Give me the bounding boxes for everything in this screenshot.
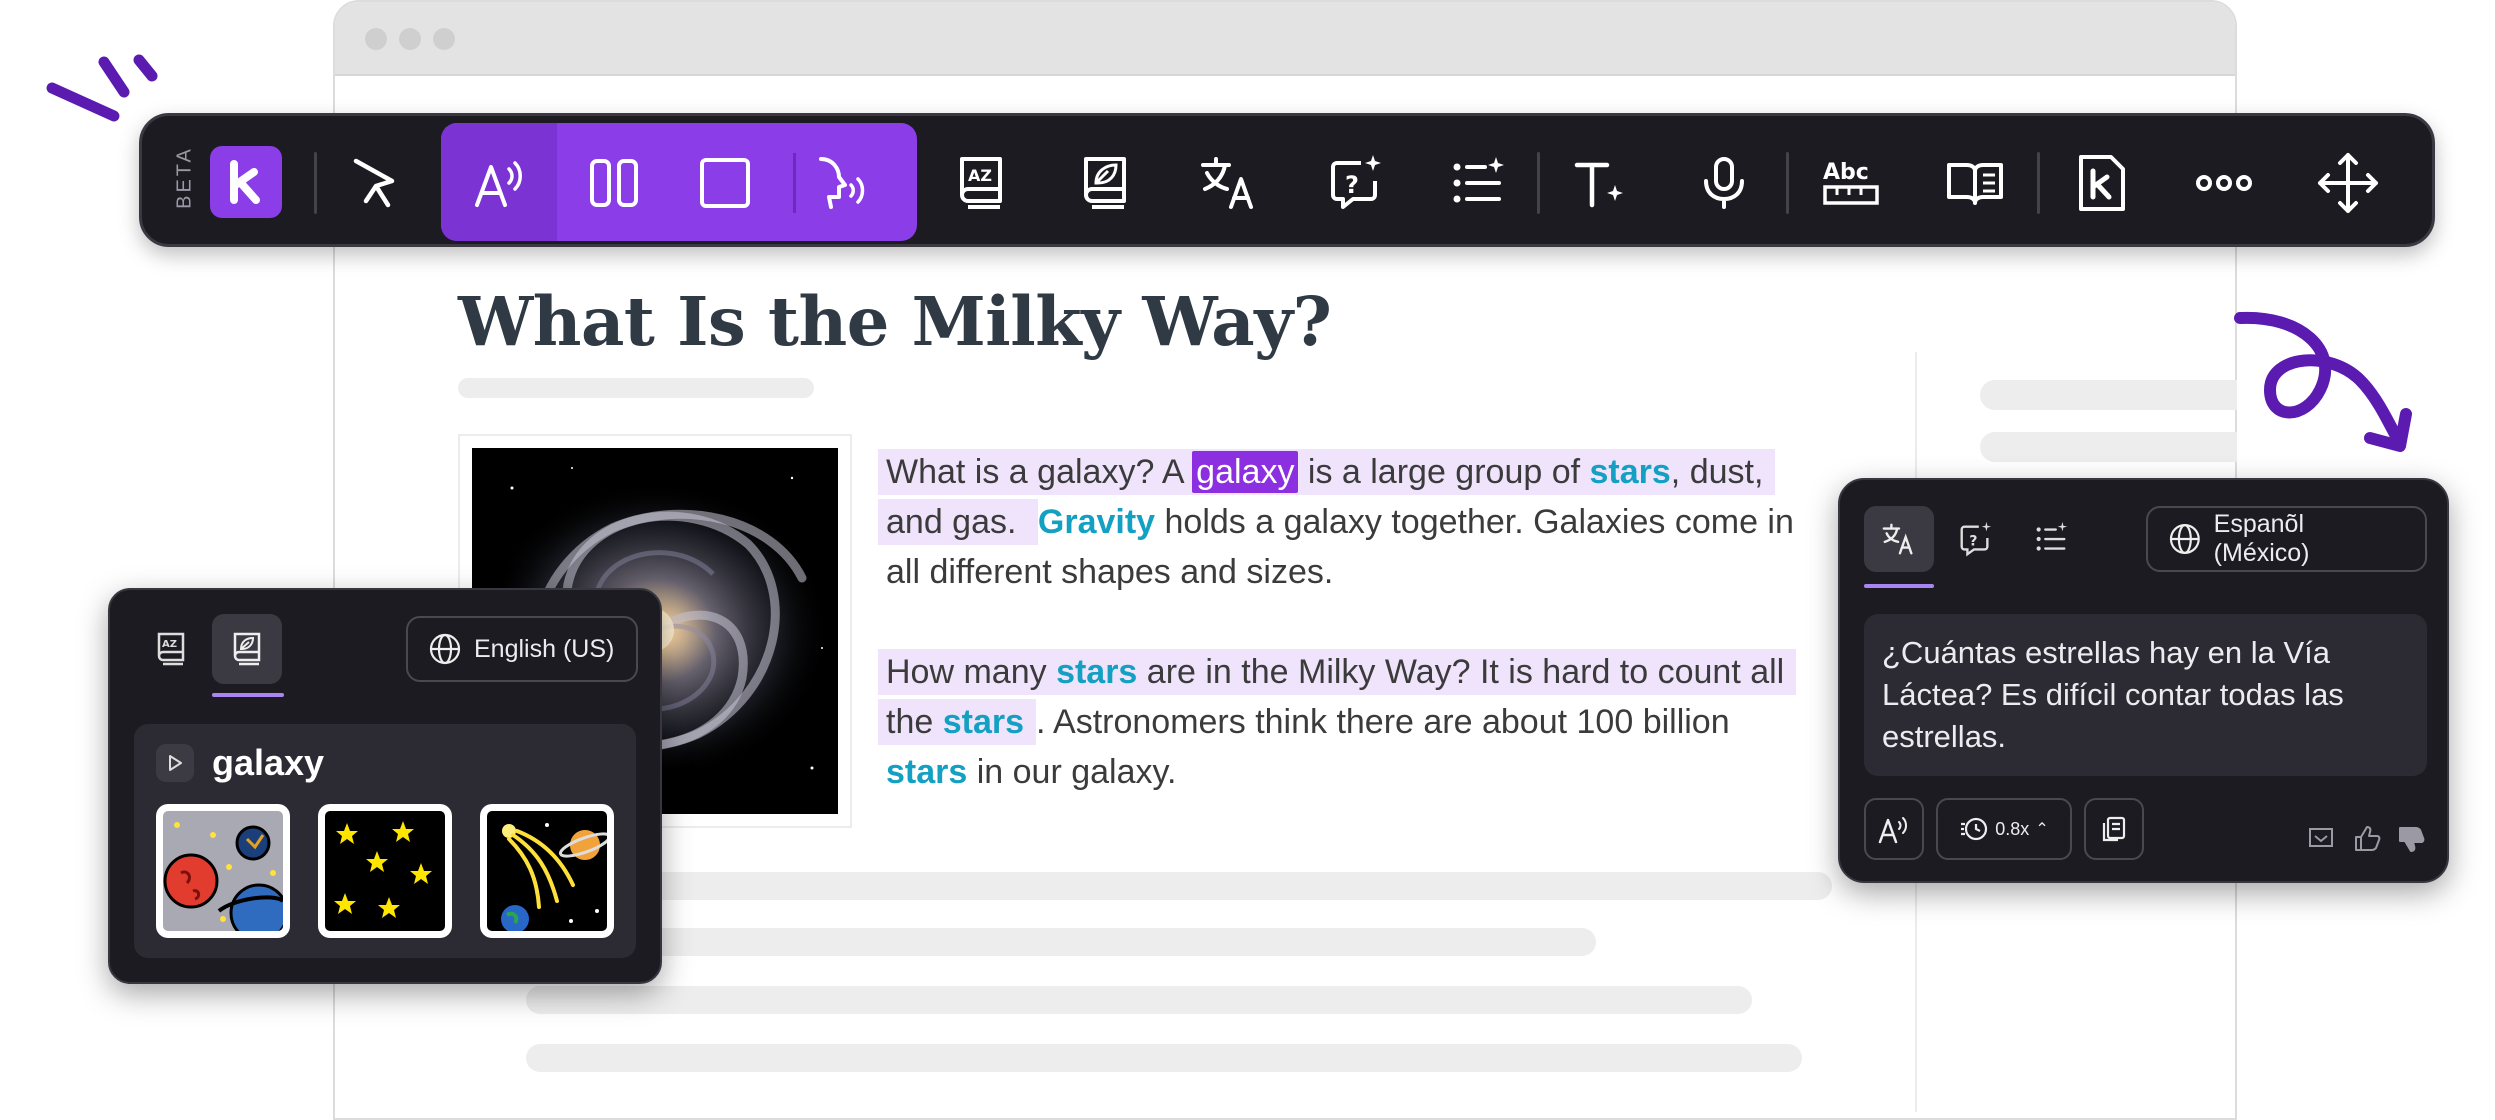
keyword-link[interactable]: stars <box>1590 453 1671 491</box>
language-selector[interactable]: Espanõl (México) <box>2146 506 2427 572</box>
column-layout-icon[interactable] <box>572 141 656 225</box>
svg-text:AZ: AZ <box>162 639 177 650</box>
kami-logo-icon[interactable] <box>210 146 282 218</box>
question-icon[interactable]: ? <box>1313 141 1397 225</box>
copy-button[interactable] <box>2084 798 2144 860</box>
picture-dictionary-icon[interactable]: AZ <box>940 141 1024 225</box>
speech-icon[interactable] <box>801 141 885 225</box>
active-tab-indicator <box>212 693 284 697</box>
highlighted-sentence[interactable]: the stars <box>878 699 1036 745</box>
keyword-link[interactable]: stars <box>1056 653 1137 691</box>
globe-icon <box>429 633 461 665</box>
paragraph-1: What is a galaxy? A galaxy is a large gr… <box>878 447 1836 597</box>
copy-icon <box>2102 816 2126 842</box>
translation-text: ¿Cuántas estrellas hay en la Vía Láctea?… <box>1864 614 2427 776</box>
subtitle-placeholder <box>458 378 814 398</box>
speed-value: 0.8x <box>1995 818 2030 839</box>
paragraph-2: How many stars are in the Milky Way? It … <box>878 647 1836 797</box>
svg-text:?: ? <box>1969 534 1977 550</box>
translate-tab[interactable] <box>1864 506 1934 572</box>
read-aloud-icon[interactable] <box>459 141 543 225</box>
translate-icon[interactable] <box>1187 141 1271 225</box>
arrow-decoration <box>2234 311 2412 452</box>
picture-dictionary-panel: AZ English (US) galaxy <box>108 588 662 984</box>
dictionary-icon[interactable] <box>1064 141 1148 225</box>
toolbar-separator <box>793 153 796 213</box>
svg-text:Abc: Abc <box>1823 160 1869 185</box>
keyword-link[interactable]: stars <box>943 703 1024 741</box>
read-aloud-icon <box>1878 817 1907 844</box>
highlighted-sentence[interactable]: How many stars are in the Milky Way? It … <box>878 649 1797 695</box>
question-tab[interactable]: ? <box>1940 506 2010 572</box>
thumbs-up-icon[interactable] <box>2352 824 2382 854</box>
more-icon[interactable] <box>2182 141 2266 225</box>
language-label: English (US) <box>474 634 615 663</box>
browser-title-bar <box>335 2 2235 76</box>
picture-dictionary-tab[interactable]: AZ <box>136 614 206 684</box>
play-icon[interactable] <box>156 744 194 782</box>
word-card: galaxy <box>134 724 636 958</box>
window-minimize-dot[interactable] <box>399 28 421 50</box>
comet-image[interactable] <box>480 804 614 938</box>
toolbar-separator <box>2037 152 2040 214</box>
globe-icon <box>2169 524 2200 554</box>
kami-icon[interactable] <box>2059 141 2143 225</box>
text-placeholder <box>526 872 1832 900</box>
keyword-link[interactable]: stars <box>886 753 967 791</box>
kami-toolbar: BETA AZ ? Abc <box>139 113 2435 247</box>
active-tab-indicator <box>1864 584 1934 588</box>
text-placeholder <box>526 1044 1802 1072</box>
feedback-icon[interactable] <box>2306 824 2336 854</box>
speed-clock-icon <box>1961 817 1988 841</box>
paragraph-line: stars in our galaxy. <box>886 753 1177 791</box>
highlighted-sentence[interactable]: What is a galaxy? A galaxy is a large gr… <box>878 449 1776 495</box>
paragraph-line: all different shapes and sizes. <box>886 553 1334 591</box>
spell-check-icon[interactable]: Abc <box>1809 141 1893 225</box>
summary-tab[interactable] <box>2016 506 2086 572</box>
sparkle-decoration <box>46 54 158 122</box>
window-maximize-dot[interactable] <box>433 28 455 50</box>
add-text-icon[interactable] <box>1559 141 1643 225</box>
paragraph-line: What is a galaxy? A galaxy is a large gr… <box>878 447 1836 497</box>
thumbs-down-icon[interactable] <box>2396 824 2426 854</box>
keyword-link[interactable]: Gravity <box>1038 503 1155 541</box>
paragraph-line: and gas. Gravity holds a galaxy together… <box>878 497 1836 547</box>
toolbar-separator <box>314 152 317 214</box>
side-placeholder <box>1980 432 2237 462</box>
stars-image[interactable] <box>318 804 452 938</box>
dictionary-word: galaxy <box>212 742 325 783</box>
svg-text:AZ: AZ <box>968 166 992 185</box>
microphone-icon[interactable] <box>1682 141 1766 225</box>
move-icon[interactable] <box>2306 141 2390 225</box>
summary-icon[interactable] <box>1435 141 1519 225</box>
beta-label: BETA <box>173 146 196 209</box>
translate-panel: ? Espanõl (México) ¿Cuántas estrellas ha… <box>1838 478 2449 883</box>
toolbar-separator <box>1537 152 1540 214</box>
speed-selector[interactable]: 0.8x ⌃ <box>1936 798 2072 860</box>
selected-word[interactable]: galaxy <box>1192 451 1299 493</box>
highlighted-sentence[interactable]: and gas. <box>878 499 1038 545</box>
chevron-up-icon: ⌃ <box>2035 821 2049 838</box>
language-selector[interactable]: English (US) <box>406 616 638 682</box>
toolbar-separator <box>1786 152 1789 214</box>
window-close-dot[interactable] <box>365 28 387 50</box>
text-placeholder <box>526 928 1596 956</box>
paragraph-line: How many stars are in the Milky Way? It … <box>878 647 1836 697</box>
language-label: Espanõl (México) <box>2213 510 2310 567</box>
read-aloud-button[interactable] <box>1864 798 1924 860</box>
focus-box-icon[interactable] <box>683 141 767 225</box>
planets-image[interactable] <box>156 804 290 938</box>
dictionary-tab[interactable] <box>212 614 282 684</box>
immersive-reader-icon[interactable] <box>1933 141 2017 225</box>
select-cursor-icon[interactable] <box>332 141 416 225</box>
text-placeholder <box>526 986 1752 1014</box>
paragraph-line: the stars. Astronomers think there are a… <box>878 697 1836 747</box>
svg-text:?: ? <box>1345 171 1359 199</box>
side-placeholder <box>1980 380 2237 410</box>
page-title: What Is the Milky Way? <box>458 282 1332 361</box>
